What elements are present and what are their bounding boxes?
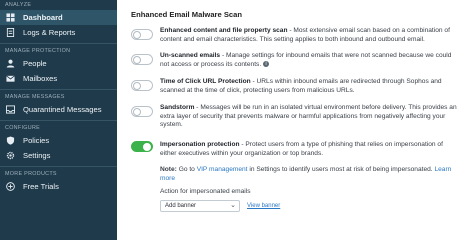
sidebar-item-label: Policies <box>23 136 50 145</box>
divider <box>0 166 117 167</box>
sidebar-item-label: Dashboard <box>23 13 63 22</box>
sidebar-item-quarantined-messages[interactable]: Quarantined Messages <box>0 102 117 117</box>
option-text: Enhanced content and file property scan … <box>160 27 450 43</box>
option-text: Sandstorm - Messages will be run in an i… <box>160 104 457 129</box>
inbox-icon <box>5 105 15 115</box>
toggle-knob <box>143 143 151 151</box>
action-label: Action for impersonated emails <box>160 188 251 195</box>
toggle-switch[interactable] <box>131 141 153 152</box>
sidebar-item-free-trials[interactable]: Free Trials <box>0 179 117 194</box>
option-title: Enhanced content and file property scan <box>160 27 288 34</box>
page-title: Enhanced Email Malware Scan <box>131 10 242 19</box>
divider <box>0 89 117 90</box>
action-select[interactable]: Add banner ⌄ <box>160 200 240 212</box>
vip-note: Note: Go to VIP management in Settings t… <box>160 166 460 183</box>
plus-circle-icon <box>5 182 15 192</box>
sidebar-item-label: People <box>23 59 47 68</box>
sidebar-item-settings[interactable]: Settings <box>0 148 117 163</box>
toggle-knob <box>133 108 141 116</box>
sidebar-item-label: Free Trials <box>23 182 59 191</box>
sidebar-section-manage-protection: MANAGE PROTECTION <box>5 48 71 54</box>
chevron-down-icon: ⌄ <box>230 202 236 209</box>
sidebar-section-more-products: MORE PRODUCTS <box>5 171 57 177</box>
note-text: Go to <box>178 166 195 173</box>
divider <box>0 43 117 44</box>
divider <box>0 120 117 121</box>
sidebar-item-label: Mailboxes <box>23 74 58 83</box>
sidebar-section-manage-messages: MANAGE MESSAGES <box>5 94 65 100</box>
sidebar-item-people[interactable]: People <box>0 56 117 71</box>
dashboard-icon <box>5 13 15 23</box>
option-title: Impersonation protection <box>160 141 240 148</box>
sidebar-item-label: Quarantined Messages <box>23 105 102 114</box>
option-title: Sandstorm <box>160 104 195 111</box>
sidebar-section-configure: CONFIGURE <box>5 125 41 131</box>
toggle-knob <box>133 82 141 90</box>
vip-management-link[interactable]: VIP management <box>197 166 248 173</box>
sidebar-item-logs-reports[interactable]: Logs & Reports <box>0 25 117 40</box>
info-icon[interactable]: i <box>263 60 269 67</box>
sidebar-item-policies[interactable]: Policies <box>0 133 117 148</box>
toggle-knob <box>133 56 141 64</box>
gear-icon <box>5 151 15 161</box>
select-value: Add banner <box>165 203 197 209</box>
sidebar: ANALYZE Dashboard Logs & Reports MANAGE … <box>0 0 117 240</box>
view-banner-link[interactable]: View banner <box>247 203 280 209</box>
toggle-switch[interactable] <box>131 54 153 65</box>
people-icon <box>5 59 15 69</box>
option-text: Un-scanned emails - Manage settings for … <box>160 52 452 68</box>
option-text: Impersonation protection - Protect users… <box>160 141 443 157</box>
toggle-switch[interactable] <box>131 29 153 40</box>
option-description: Messages will be run in an isolated virt… <box>160 104 457 129</box>
toggle-knob <box>133 31 141 39</box>
option-text: Time of Click URL Protection - URLs with… <box>160 78 442 94</box>
sidebar-item-dashboard[interactable]: Dashboard <box>0 10 117 25</box>
sidebar-item-label: Logs & Reports <box>23 28 76 37</box>
toggle-switch[interactable] <box>131 106 153 117</box>
sidebar-item-mailboxes[interactable]: Mailboxes <box>0 71 117 86</box>
option-title: Time of Click URL Protection <box>160 78 251 85</box>
toggle-switch[interactable] <box>131 80 153 91</box>
note-label: Note: <box>160 166 177 173</box>
shield-icon <box>5 136 15 146</box>
option-title: Un-scanned emails <box>160 52 221 59</box>
sidebar-item-label: Settings <box>23 151 51 160</box>
sidebar-section-analyze: ANALYZE <box>5 2 32 8</box>
document-icon <box>5 28 15 38</box>
note-text: in Settings to identify users most at ri… <box>249 166 433 173</box>
mailbox-icon <box>5 74 15 84</box>
